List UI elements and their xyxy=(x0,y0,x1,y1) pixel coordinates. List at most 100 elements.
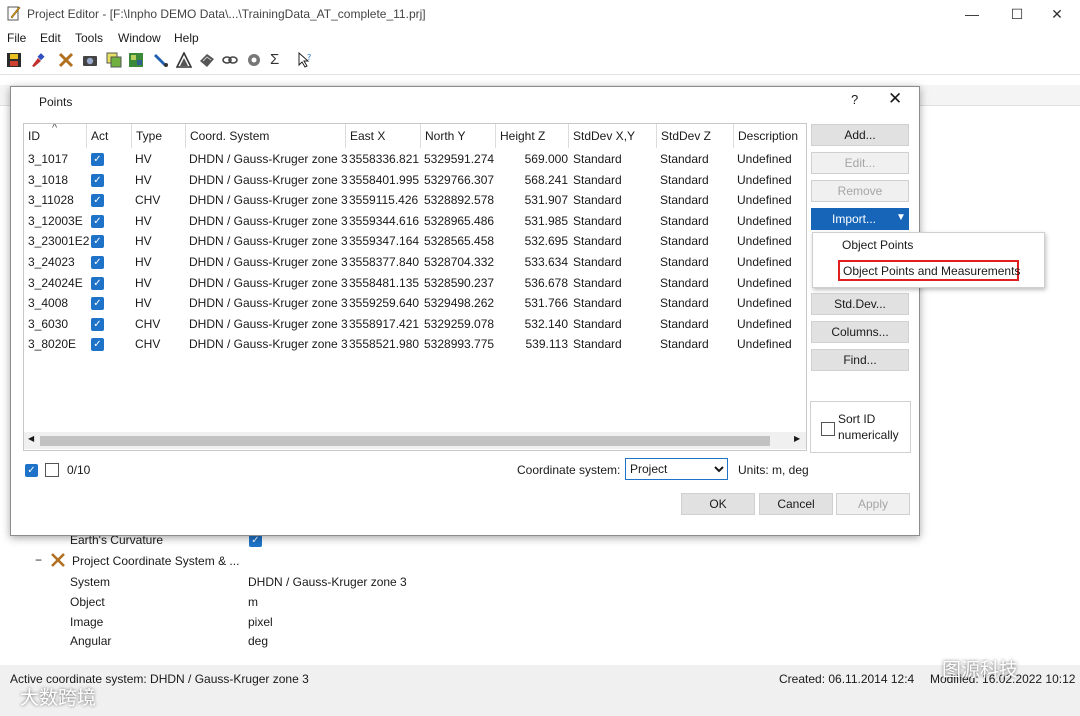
minimize-button[interactable]: — xyxy=(949,0,995,28)
points-table: ID ^ Act Type Coord. System East X North… xyxy=(23,123,807,451)
column-header-stddev-xy[interactable]: StdDev X,Y xyxy=(569,124,657,148)
property-value: deg xyxy=(248,634,269,648)
images-icon[interactable] xyxy=(106,52,122,68)
active-checkbox[interactable]: ✓ xyxy=(91,317,104,331)
deselect-all-checkbox[interactable] xyxy=(45,463,59,477)
property-label: Image xyxy=(70,615,104,629)
gear-icon[interactable] xyxy=(246,52,262,68)
cell-sdz: Standard xyxy=(660,213,709,228)
sort-id-checkbox[interactable] xyxy=(821,422,835,436)
cancel-button[interactable]: Cancel xyxy=(759,493,833,515)
cell-id: 3_6030 xyxy=(28,316,69,331)
cell-coord: DHDN / Gauss-Kruger zone 3 xyxy=(189,172,348,187)
cell-id: 3_12003E xyxy=(28,213,83,228)
active-checkbox[interactable]: ✓ xyxy=(91,276,104,290)
ok-button[interactable]: OK xyxy=(681,493,755,515)
sort-id-label[interactable]: Sort ID xyxy=(838,412,875,426)
dialog-close-button[interactable]: ✕ xyxy=(888,89,902,109)
watermark-right: 图源科技 xyxy=(942,660,1019,681)
close-button[interactable]: ✕ xyxy=(1034,0,1080,28)
import-button[interactable]: Import... ▼ xyxy=(811,208,909,230)
cell-desc: Undefined xyxy=(737,337,792,352)
horizontal-scrollbar[interactable]: ◀ ▶ xyxy=(24,432,806,449)
add-button[interactable]: Add... xyxy=(811,124,909,146)
stddev-button[interactable]: Std.Dev... xyxy=(811,293,909,315)
columns-button[interactable]: Columns... xyxy=(811,321,909,343)
triangle-icon[interactable] xyxy=(175,51,193,68)
brush-icon[interactable] xyxy=(30,52,46,68)
cell-desc: Undefined xyxy=(737,213,792,228)
property-value: pixel xyxy=(248,615,273,629)
cell-height: 569.000 xyxy=(524,152,568,166)
column-header-north[interactable]: North Y xyxy=(421,124,496,148)
cell-type: HV xyxy=(135,275,152,290)
coordinate-group-label[interactable]: Project Coordinate System & ... xyxy=(72,554,239,568)
coordinate-system-select[interactable]: Project xyxy=(625,458,728,480)
ortho-icon[interactable] xyxy=(128,52,144,68)
chain-icon[interactable] xyxy=(222,52,238,68)
active-checkbox[interactable]: ✓ xyxy=(91,194,104,208)
toolbar: Σ ? xyxy=(0,48,1080,75)
table-row[interactable]: 3_1018 ✓ HV DHDN / Gauss-Kruger zone 3 35584… xyxy=(24,170,806,191)
table-row[interactable]: 3_24024E ✓ HV DHDN / Gauss-Kruger zone 3 355… xyxy=(24,273,806,294)
active-checkbox[interactable]: ✓ xyxy=(91,235,104,249)
active-checkbox[interactable]: ✓ xyxy=(91,338,104,352)
cell-desc: Undefined xyxy=(737,172,792,187)
active-checkbox[interactable]: ✓ xyxy=(91,297,104,311)
menu-window[interactable]: Window xyxy=(118,31,161,45)
active-checkbox[interactable]: ✓ xyxy=(91,214,104,228)
table-row[interactable]: 3_8020E ✓ CHV DHDN / Gauss-Kruger zone 3 355… xyxy=(24,334,806,355)
table-row[interactable]: 3_4008 ✓ HV DHDN / Gauss-Kruger zone 3 35592… xyxy=(24,293,806,314)
column-header-height[interactable]: Height Z xyxy=(496,124,569,148)
table-row[interactable]: 3_11028 ✓ CHV DHDN / Gauss-Kruger zone 3 355… xyxy=(24,190,806,211)
collapse-toggle[interactable]: − xyxy=(35,553,42,567)
surface-icon[interactable] xyxy=(199,52,215,68)
table-row[interactable]: 3_23001E2 ✓ HV DHDN / Gauss-Kruger zone 3 35… xyxy=(24,231,806,252)
menu-item-object-points-measurements[interactable]: Object Points and Measurements xyxy=(843,264,1020,278)
tools-icon[interactable] xyxy=(58,52,74,68)
menu-tools[interactable]: Tools xyxy=(75,31,103,45)
property-value: m xyxy=(248,595,258,609)
highlighted-menu-item[interactable]: Object Points and Measurements xyxy=(838,260,1020,281)
help-button[interactable]: ? xyxy=(851,92,858,107)
active-checkbox[interactable]: ✓ xyxy=(91,153,104,166)
pen-icon[interactable] xyxy=(153,52,169,68)
column-header-description[interactable]: Description xyxy=(734,124,806,148)
edit-button[interactable]: Edit... xyxy=(811,152,909,174)
scrollbar-thumb[interactable] xyxy=(40,436,770,446)
remove-button[interactable]: Remove xyxy=(811,180,909,202)
scroll-right-icon[interactable]: ▶ xyxy=(794,434,800,443)
scroll-left-icon[interactable]: ◀ xyxy=(28,434,34,443)
select-all-checkbox[interactable]: ✓ xyxy=(25,464,38,477)
table-row[interactable]: 3_12003E ✓ HV DHDN / Gauss-Kruger zone 3 355… xyxy=(24,211,806,232)
table-row[interactable]: 3_1017 ✓ HV DHDN / Gauss-Kruger zone 3 35583… xyxy=(24,149,806,170)
import-menu: Object Points Object Points and Measurem… xyxy=(812,232,1045,288)
cell-desc: Undefined xyxy=(737,255,792,269)
find-button[interactable]: Find... xyxy=(811,349,909,371)
camera-icon[interactable] xyxy=(82,52,98,68)
sigma-icon[interactable]: Σ xyxy=(270,52,286,68)
menu-file[interactable]: File xyxy=(7,31,26,45)
cell-height: 536.678 xyxy=(524,275,568,290)
pointer-help-icon[interactable]: ? xyxy=(297,51,313,68)
menu-item-object-points[interactable]: Object Points xyxy=(842,238,913,252)
active-checkbox[interactable]: ✓ xyxy=(91,256,104,269)
column-header-type[interactable]: Type xyxy=(132,124,186,148)
column-header-coord-system[interactable]: Coord. System xyxy=(186,124,346,148)
menu-edit[interactable]: Edit xyxy=(40,31,61,45)
save-icon[interactable] xyxy=(6,52,22,68)
cell-sdxy: Standard xyxy=(573,193,622,208)
coordinate-system-label: Coordinate system: xyxy=(517,463,621,477)
cell-east: 3558917.421 xyxy=(349,316,420,331)
cell-north: 5328965.486 xyxy=(424,213,495,228)
cell-coord: DHDN / Gauss-Kruger zone 3 xyxy=(189,193,348,208)
table-row[interactable]: 3_6030 ✓ CHV DHDN / Gauss-Kruger zone 3 3558… xyxy=(24,314,806,335)
column-header-act[interactable]: Act xyxy=(87,124,132,148)
table-row[interactable]: 3_24023 ✓ HV DHDN / Gauss-Kruger zone 3 3558… xyxy=(24,252,806,273)
active-checkbox[interactable]: ✓ xyxy=(91,173,104,187)
cell-north: 5329591.274 xyxy=(424,152,495,166)
apply-button[interactable]: Apply xyxy=(836,493,910,515)
menu-help[interactable]: Help xyxy=(174,31,199,45)
column-header-east[interactable]: East X xyxy=(346,124,421,148)
column-header-stddev-z[interactable]: StdDev Z xyxy=(657,124,734,148)
